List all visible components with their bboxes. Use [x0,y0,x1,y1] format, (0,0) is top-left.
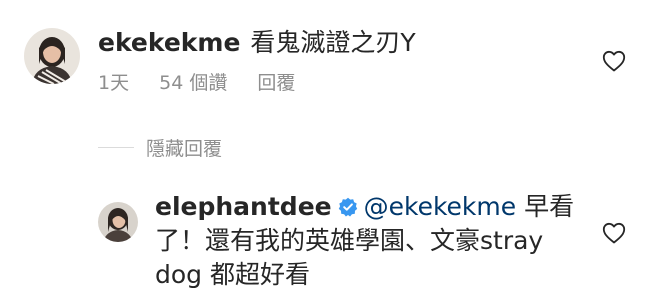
comment-time[interactable]: 1天 [98,72,129,94]
like-comment-button[interactable] [602,50,626,72]
like-reply-button[interactable] [602,222,626,244]
hide-replies-button[interactable]: 隱藏回覆 [98,134,222,160]
commenter-username[interactable]: ekekekme [98,28,240,57]
hide-replies-label: 隱藏回覆 [146,138,223,160]
reply-comment: elephantdee @ekekekme 早看了！還有我的英雄學園、文豪stra… [0,190,661,291]
mention-link[interactable]: @ekekekme [364,192,517,221]
replier-avatar[interactable] [98,202,138,242]
comment: ekekekme 看鬼滅證之刃Y 1天 54 個讚 回覆 [0,0,661,120]
heart-outline-icon [602,222,626,244]
reply-button[interactable]: 回覆 [257,72,295,94]
verified-badge-icon [338,197,358,217]
commenter-avatar[interactable] [24,28,80,84]
commenter-avatar-image [24,28,80,84]
heart-outline-icon [602,50,626,72]
comment-body: ekekekme 看鬼滅證之刃Y [98,26,416,60]
replier-username[interactable]: elephantdee [155,192,332,221]
hide-replies-divider [98,147,134,148]
comment-text: 看鬼滅證之刃Y [250,28,416,57]
comment-likes-count[interactable]: 54 個讚 [159,72,227,94]
replier-avatar-image [98,202,138,242]
comment-meta: 1天 54 個讚 回覆 [98,70,319,96]
reply-body: elephantdee @ekekekme 早看了！還有我的英雄學園、文豪stra… [155,190,575,292]
